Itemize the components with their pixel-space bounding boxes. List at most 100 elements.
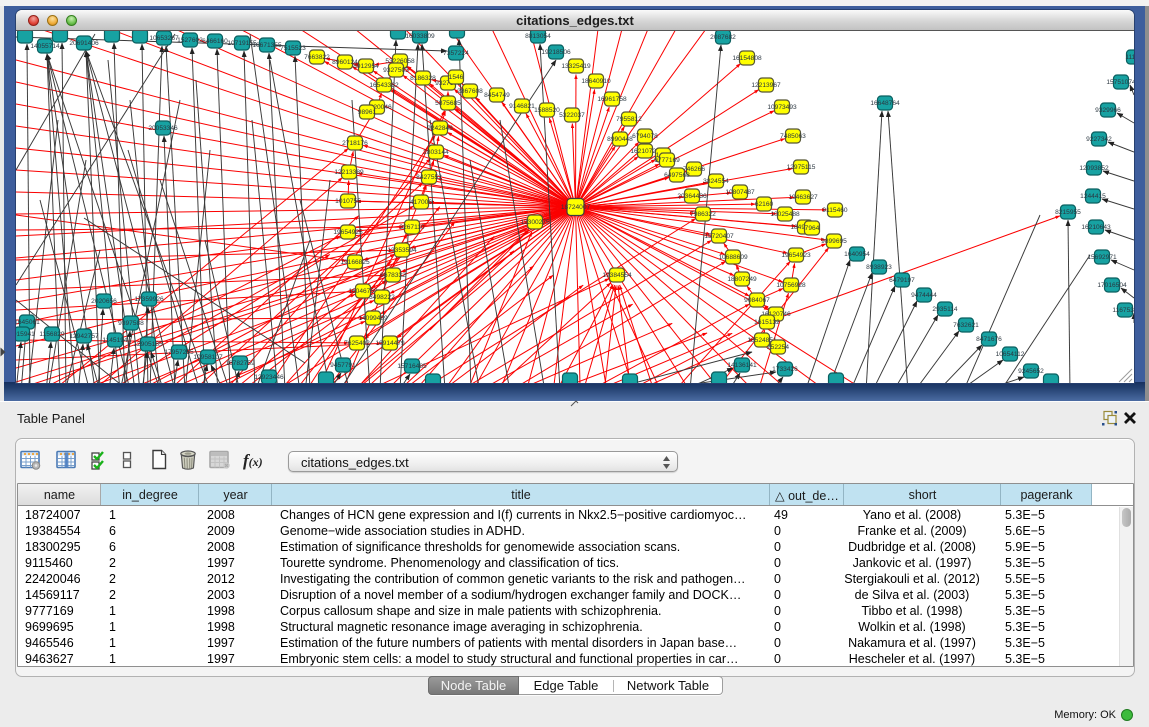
svg-text:7955812: 7955812	[616, 116, 642, 123]
svg-text:8813054: 8813054	[525, 33, 551, 40]
svg-text:16914479: 16914479	[375, 340, 405, 347]
svg-text:16648764: 16648764	[870, 100, 900, 107]
svg-text:6794078: 6794078	[632, 133, 658, 140]
svg-text:7625402: 7625402	[344, 340, 370, 347]
svg-text:3824554: 3824554	[703, 178, 729, 185]
svg-text:1167533: 1167533	[1112, 307, 1134, 314]
svg-text:19654923: 19654923	[781, 252, 811, 259]
svg-text:13325419: 13325419	[561, 63, 591, 70]
svg-text:19384554: 19384554	[602, 272, 632, 279]
svg-text:15692971: 15692971	[1087, 254, 1117, 261]
svg-text:10653267: 10653267	[149, 35, 179, 42]
svg-text:16543382: 16543382	[369, 82, 399, 89]
svg-text:1588520: 1588520	[534, 107, 560, 114]
svg-text:13353594: 13353594	[387, 247, 417, 254]
svg-text:12942757: 12942757	[69, 333, 99, 340]
svg-text:12093852: 12093852	[1079, 165, 1109, 172]
svg-text:10756928: 10756928	[776, 282, 806, 289]
svg-text:10807487: 10807487	[725, 189, 755, 196]
svg-text:62160: 62160	[755, 201, 774, 208]
svg-text:14055714: 14055714	[30, 43, 60, 50]
svg-text:3267110: 3267110	[399, 224, 425, 231]
svg-text:9329966: 9329966	[1095, 107, 1121, 114]
svg-text:7964: 7964	[805, 225, 820, 232]
svg-text:9146821: 9146821	[509, 103, 535, 110]
svg-text:1010755: 1010755	[335, 198, 361, 205]
svg-text:7986322: 7986322	[690, 211, 716, 218]
svg-text:9899695: 9899695	[821, 238, 847, 245]
svg-text:1615132: 1615132	[754, 319, 780, 326]
svg-text:20691406: 20691406	[69, 40, 99, 47]
svg-text:8427552: 8427552	[416, 174, 442, 181]
svg-text:12213967: 12213967	[751, 82, 781, 89]
svg-text:9115460: 9115460	[822, 207, 848, 214]
svg-text:5875685: 5875685	[435, 100, 461, 107]
svg-text:9245652: 9245652	[1018, 368, 1044, 375]
svg-text:8215955: 8215955	[1055, 209, 1081, 216]
svg-text:8678332: 8678332	[380, 272, 406, 279]
svg-text:252254: 252254	[767, 344, 789, 351]
svg-text:18640910: 18640910	[581, 78, 611, 85]
svg-text:2867608: 2867608	[457, 88, 483, 95]
svg-text:11123: 11123	[1125, 54, 1134, 61]
svg-text:9227342: 9227342	[1086, 136, 1112, 143]
svg-text:17359926: 17359926	[134, 296, 164, 303]
svg-text:9474444: 9474444	[911, 292, 937, 299]
svg-text:9777169: 9777169	[654, 157, 680, 164]
svg-text:7663822: 7663822	[304, 54, 330, 61]
svg-text:1733426: 1733426	[772, 366, 798, 373]
svg-text:16154808: 16154808	[732, 55, 762, 62]
svg-text:1645061: 1645061	[16, 319, 40, 326]
svg-text:10025488: 10025488	[770, 211, 800, 218]
svg-text:12975115: 12975115	[787, 164, 816, 171]
svg-text:1527602: 1527602	[177, 37, 203, 44]
svg-text:9084067: 9084067	[744, 297, 770, 304]
svg-text:16671355: 16671355	[252, 42, 282, 49]
svg-text:7357224: 7357224	[443, 50, 469, 57]
svg-text:16210643: 16210643	[1081, 224, 1111, 231]
svg-text:10688609: 10688609	[718, 254, 748, 261]
svg-text:7632621: 7632621	[953, 322, 979, 329]
svg-text:9457791: 9457791	[330, 362, 356, 369]
svg-text:6497568: 6497568	[664, 172, 690, 179]
svg-text:8471676: 8471676	[976, 336, 1002, 343]
svg-text:19218506: 19218506	[541, 49, 571, 56]
svg-text:9242848: 9242848	[427, 125, 453, 132]
svg-text:8186328: 8186328	[410, 75, 436, 82]
svg-text:1244415: 1244415	[1080, 193, 1106, 200]
svg-text:15751074: 15751074	[1106, 79, 1134, 86]
svg-text:2087682: 2087682	[710, 34, 736, 41]
svg-text:14136141: 14136141	[727, 362, 757, 369]
svg-text:9327503: 9327503	[383, 67, 409, 74]
svg-text:15716485: 15716485	[397, 363, 427, 370]
svg-text:12905185: 12905185	[133, 341, 163, 348]
svg-text:12923446: 12923446	[254, 374, 284, 381]
svg-text:19166825: 19166825	[340, 259, 370, 266]
svg-text:6479197: 6479197	[889, 277, 915, 284]
svg-text:18807249: 18807249	[727, 276, 757, 283]
svg-text:20364436: 20364436	[677, 193, 707, 200]
svg-text:12300275: 12300275	[520, 219, 550, 226]
svg-text:8454749: 8454749	[484, 92, 510, 99]
svg-text:8912954: 8912954	[353, 63, 379, 70]
svg-text:2803144: 2803144	[423, 149, 449, 156]
svg-text:3498222: 3498222	[369, 294, 395, 301]
svg-text:5322037: 5322037	[559, 112, 585, 119]
svg-text:2020656: 2020656	[91, 298, 117, 305]
svg-text:17016504: 17016504	[1097, 282, 1127, 289]
svg-text:7485063: 7485063	[780, 133, 806, 140]
svg-text:8938923: 8938923	[866, 264, 892, 271]
svg-text:10973493: 10973493	[767, 104, 797, 111]
svg-text:98961: 98961	[358, 109, 377, 116]
svg-text:10958107: 10958107	[193, 354, 223, 361]
svg-text:2935114: 2935114	[932, 306, 958, 313]
svg-text:18724007: 18724007	[561, 204, 591, 211]
svg-text:6466160: 6466160	[202, 38, 228, 45]
svg-text:16782759: 16782759	[225, 360, 255, 367]
svg-text:20053346: 20053346	[148, 125, 178, 132]
svg-text:1640954: 1640954	[844, 251, 870, 258]
svg-text:3915941: 3915941	[16, 331, 35, 338]
svg-text:417006: 417006	[410, 199, 432, 206]
svg-text:16961758: 16961758	[597, 96, 627, 103]
svg-text:1156829: 1156829	[39, 331, 65, 338]
